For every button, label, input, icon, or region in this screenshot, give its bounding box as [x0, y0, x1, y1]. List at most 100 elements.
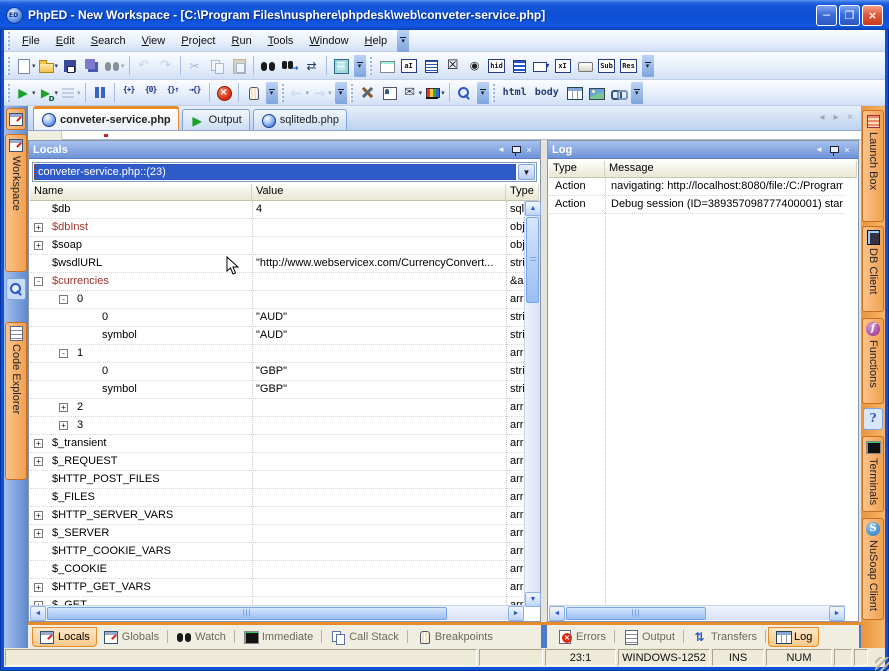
paste-button[interactable]	[228, 55, 250, 77]
table-row[interactable]: $HTTP_POST_FILESarr	[30, 471, 524, 489]
insert-label-button[interactable]: aI	[398, 55, 420, 77]
table-row[interactable]: +$dbInstobj	[30, 219, 524, 237]
bottom-tab-call-stack[interactable]: Call Stack	[324, 627, 405, 647]
table-row[interactable]: +3arr	[30, 417, 524, 435]
scroll-down-icon[interactable]: ▼	[525, 592, 541, 607]
scroll-right-icon[interactable]: ►	[508, 606, 524, 621]
table-row[interactable]: $HTTP_COOKIE_VARSarr	[30, 543, 524, 561]
step-into-button[interactable]: {+}	[118, 82, 140, 104]
toolbar-grip[interactable]	[492, 84, 495, 102]
table-row[interactable]: +$_REQUESTarr	[30, 453, 524, 471]
table-row[interactable]: 0"AUD"stri	[30, 309, 524, 327]
menu-tools[interactable]: Tools	[260, 32, 302, 50]
table-row[interactable]: +2arr	[30, 399, 524, 417]
redo-button[interactable]: ↷	[155, 55, 177, 77]
scrollbar-thumb[interactable]	[526, 217, 539, 303]
dropdown-arrow-icon[interactable]: ▾	[55, 62, 59, 70]
scope-combobox[interactable]: conveter-service.php::(23) ▼	[32, 162, 537, 182]
maximize-button[interactable]: ❐	[839, 5, 860, 26]
panel-close-icon[interactable]: ×	[840, 145, 854, 155]
step-out-button[interactable]: {}↑	[162, 82, 184, 104]
run-in-debugger-button[interactable]: ▶▾	[37, 82, 60, 104]
expand-icon[interactable]: +	[34, 511, 43, 520]
collapse-icon[interactable]: -	[59, 295, 68, 304]
insert-radio-button[interactable]: ◉	[464, 55, 486, 77]
dock-tab-launch-box[interactable]: Launch Box	[862, 110, 884, 222]
deploy-button[interactable]: ✉▾	[401, 82, 424, 104]
insert-combobox-button[interactable]	[530, 55, 552, 77]
collapse-icon[interactable]: -	[59, 349, 68, 358]
table-row[interactable]: -1arr	[30, 345, 524, 363]
run-to-cursor-button[interactable]: →{}	[184, 82, 206, 104]
scroll-left-icon[interactable]: ◄	[30, 606, 46, 621]
table-row[interactable]: symbol"GBP"stri	[30, 381, 524, 399]
column-header-message[interactable]: Message	[605, 161, 857, 178]
bottom-tab-errors[interactable]: Errors	[551, 627, 612, 647]
insert-link-button[interactable]	[607, 82, 629, 104]
cut-button[interactable]: ✂	[184, 55, 206, 77]
tab-scroll-left-icon[interactable]: ◂	[815, 112, 829, 123]
expand-icon[interactable]: +	[34, 439, 43, 448]
editor-sliver[interactable]	[28, 131, 861, 140]
forward-button[interactable]: →▾	[310, 82, 333, 104]
bottom-tab-log[interactable]: Log	[768, 627, 819, 647]
table-row[interactable]: $_FILESarr	[30, 489, 524, 507]
menu-window[interactable]: Window	[301, 32, 356, 50]
menu-search[interactable]: Search	[83, 32, 134, 50]
highlighting-button[interactable]: ▾	[423, 82, 446, 104]
menu-edit[interactable]: Edit	[48, 32, 83, 50]
pin-icon[interactable]	[826, 143, 840, 157]
resize-grip[interactable]	[875, 657, 889, 671]
expand-icon[interactable]: +	[34, 529, 43, 538]
break-button[interactable]	[242, 82, 264, 104]
bottom-tab-globals[interactable]: Globals	[97, 627, 165, 647]
menu-view[interactable]: View	[134, 32, 174, 50]
expand-icon[interactable]: +	[59, 421, 68, 430]
dock-tab-terminals[interactable]: Terminals	[862, 436, 884, 512]
toolbar-overflow-button[interactable]: ▾	[477, 82, 489, 104]
log-row[interactable]: ActionDebug session (ID=3893570987774000…	[549, 196, 845, 214]
tools-button[interactable]	[357, 82, 379, 104]
locals-panel-header[interactable]: Locals ◂ ×	[29, 141, 540, 159]
toolbar-overflow-button[interactable]: ▾	[642, 55, 654, 77]
panel-close-icon[interactable]: ×	[522, 145, 536, 155]
bottom-tab-watch[interactable]: Watch	[170, 627, 232, 647]
close-button[interactable]: ×	[862, 5, 883, 26]
step-over-button[interactable]: {0}	[140, 82, 162, 104]
toolbar-grip[interactable]	[369, 57, 372, 75]
insert-listbox-button[interactable]	[420, 55, 442, 77]
log-panel-header[interactable]: Log ◂ ×	[548, 141, 858, 159]
expand-icon[interactable]: +	[34, 241, 43, 250]
menu-file[interactable]: File	[14, 32, 48, 50]
toolbar-overflow-button[interactable]: ▾	[335, 82, 347, 104]
insert-multiselect-button[interactable]	[508, 55, 530, 77]
panel-collapse-icon[interactable]: ◂	[494, 144, 508, 155]
dock-tab-code-explorer[interactable]: Code Explorer	[5, 322, 27, 480]
html-tag-button[interactable]: html	[499, 82, 531, 104]
back-button[interactable]: ←▾	[288, 82, 311, 104]
menu-help[interactable]: Help	[357, 32, 396, 50]
replace-button[interactable]: ⇄	[301, 55, 323, 77]
help-button[interactable]: ?	[863, 408, 883, 430]
scroll-right-icon[interactable]: ►	[829, 606, 845, 621]
dropdown-arrow-icon[interactable]: ▾	[32, 62, 36, 70]
table-row[interactable]: +$_transientarr	[30, 435, 524, 453]
copy-button[interactable]	[206, 55, 228, 77]
toolbar-grip[interactable]	[7, 84, 10, 102]
dock-tab-workspace[interactable]: Workspace	[5, 134, 27, 272]
toolbar-grip[interactable]	[7, 32, 10, 50]
menu-project[interactable]: Project	[173, 32, 223, 50]
title-bar[interactable]: PhpED - New Workspace - [C:\Program File…	[0, 0, 889, 30]
table-row[interactable]: +$HTTP_SERVER_VARSarr	[30, 507, 524, 525]
expand-icon[interactable]: +	[34, 223, 43, 232]
open-file-button[interactable]: ▾	[37, 55, 60, 77]
code-templates-button[interactable]	[330, 55, 352, 77]
expand-icon[interactable]: +	[34, 457, 43, 466]
editor-tab-sqlitedb-php[interactable]: sqlitedb.php	[253, 109, 347, 130]
scroll-up-icon[interactable]: ▲	[525, 201, 541, 216]
column-header-name[interactable]: Name	[30, 184, 252, 201]
bottom-tab-locals[interactable]: Locals	[32, 627, 97, 647]
save-all-button[interactable]	[81, 55, 103, 77]
insert-image-button[interactable]	[585, 82, 607, 104]
new-file-button[interactable]: ▾	[14, 55, 37, 77]
